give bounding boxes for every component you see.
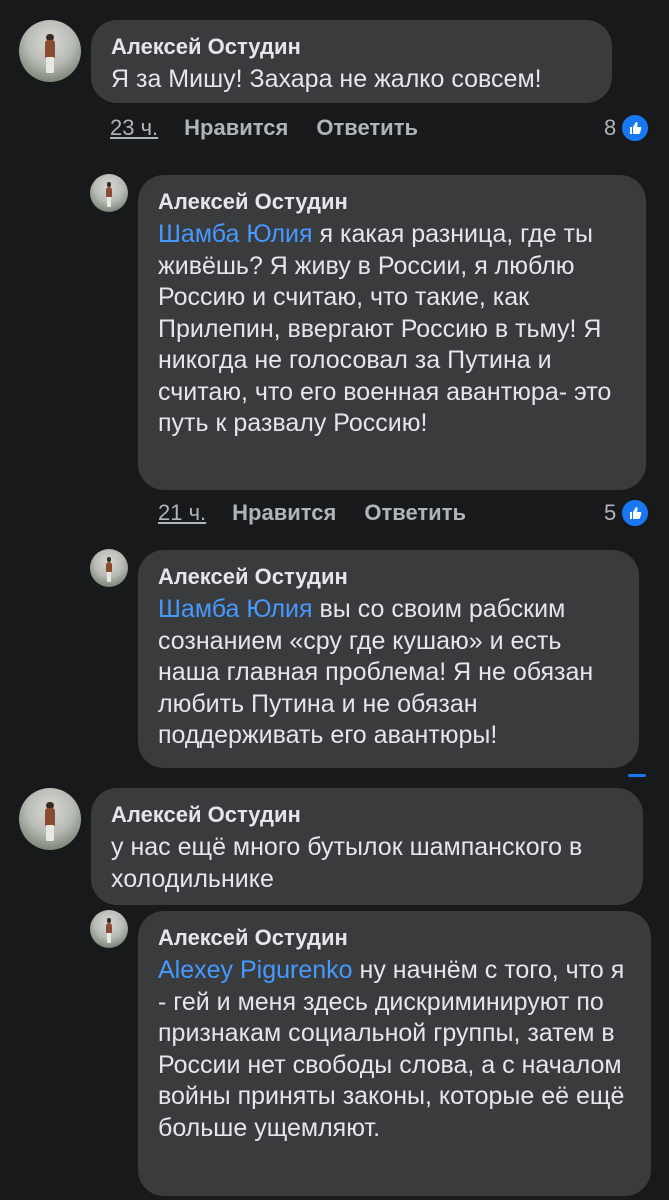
author-avatar[interactable] bbox=[19, 788, 81, 850]
comment-text: у нас ещё много бутылок шампанского в хо… bbox=[111, 833, 583, 893]
mention-link[interactable]: Шамба Юлия bbox=[158, 595, 313, 623]
comment-text: Шамба Юлия я какая разница, где ты живёш… bbox=[158, 220, 612, 437]
comment-bubble: Алексей Остудин у нас ещё много бутылок … bbox=[91, 788, 643, 905]
comment-text: Alexey Pigurenko ну начнём с того, что я… bbox=[158, 956, 625, 1142]
comment-bubble: Алексей Остудин Шамба Юлия я какая разни… bbox=[138, 175, 646, 490]
author-avatar[interactable] bbox=[19, 20, 81, 82]
reply-button[interactable]: Ответить bbox=[364, 500, 466, 526]
comment-author[interactable]: Алексей Остудин bbox=[111, 34, 592, 60]
reaction-count[interactable]: 5 bbox=[604, 498, 651, 528]
comment-author[interactable]: Алексей Остудин bbox=[158, 189, 626, 215]
author-avatar[interactable] bbox=[90, 549, 128, 587]
comment-bubble: Алексей Остудин Я за Мишу! Захара не жал… bbox=[91, 20, 612, 103]
thumbs-up-icon bbox=[620, 498, 651, 528]
like-button[interactable]: Нравится bbox=[184, 115, 288, 141]
comment-author[interactable]: Алексей Остудин bbox=[111, 802, 623, 828]
reply-button[interactable]: Ответить bbox=[316, 115, 418, 141]
comment-time[interactable]: 23 ч. bbox=[110, 115, 158, 141]
mention-link[interactable]: Шамба Юлия bbox=[158, 220, 313, 248]
comment-text: Шамба Юлия вы со своим рабским сознанием… bbox=[158, 595, 594, 749]
like-button[interactable]: Нравится bbox=[232, 500, 336, 526]
thumbs-up-icon bbox=[620, 113, 651, 143]
comment-actions: 21 ч. Нравится Ответить bbox=[158, 500, 466, 526]
comment-author[interactable]: Алексей Остудин bbox=[158, 564, 619, 590]
comment-actions: 23 ч. Нравится Ответить bbox=[110, 115, 418, 141]
mention-link[interactable]: Alexey Pigurenko bbox=[158, 956, 353, 984]
comment-bubble: Алексей Остудин Alexey Pigurenko ну начн… bbox=[138, 911, 651, 1196]
comment-bubble: Алексей Остудин Шамба Юлия вы со своим р… bbox=[138, 550, 639, 768]
author-avatar[interactable] bbox=[90, 910, 128, 948]
comment-author[interactable]: Алексей Остудин bbox=[158, 925, 631, 951]
reaction-count[interactable]: 8 bbox=[604, 113, 651, 143]
reaction-indicator bbox=[628, 774, 646, 777]
reaction-count-value: 8 bbox=[604, 115, 617, 140]
reaction-count-value: 5 bbox=[604, 500, 617, 525]
comment-text: Я за Мишу! Захара не жалко совсем! bbox=[111, 65, 542, 93]
comment-time[interactable]: 21 ч. bbox=[158, 500, 206, 526]
author-avatar[interactable] bbox=[90, 174, 128, 212]
comments-thread: Алексей Остудин Я за Мишу! Захара не жал… bbox=[0, 0, 669, 1200]
